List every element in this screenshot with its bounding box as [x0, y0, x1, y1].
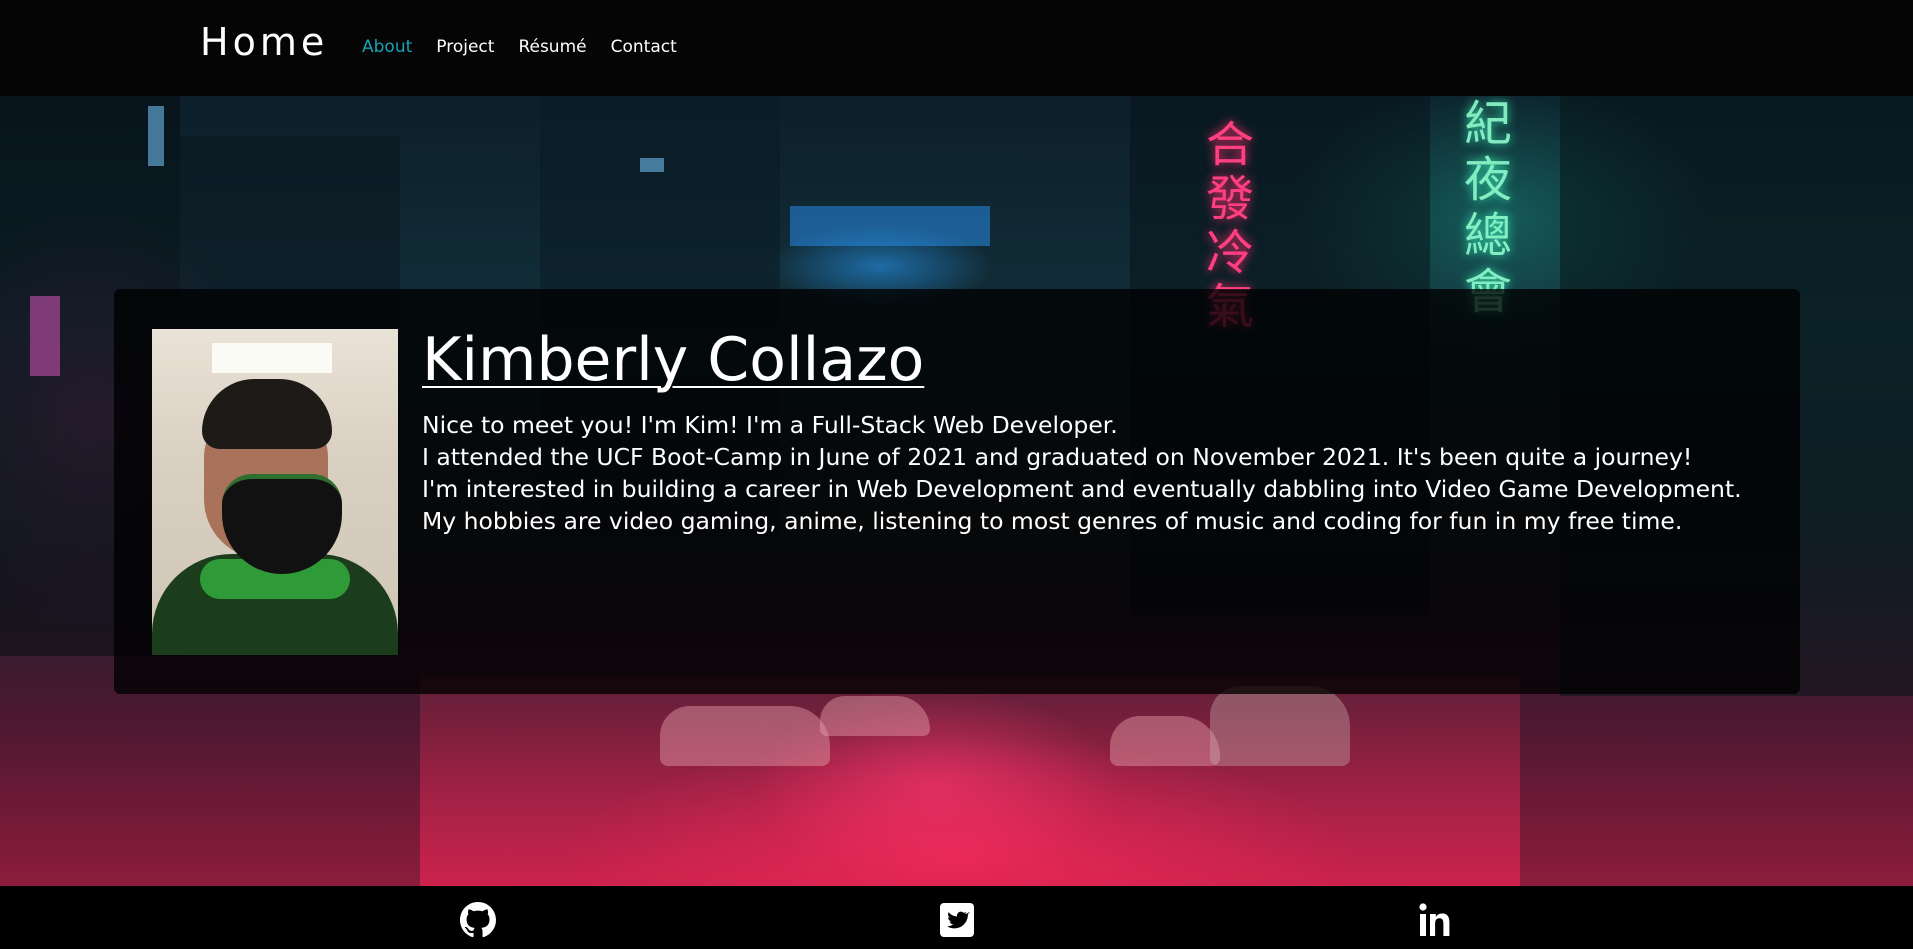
profile-photo: [152, 329, 398, 655]
bio-text: Nice to meet you! I'm Kim! I'm a Full-St…: [422, 409, 1792, 537]
twitter-icon[interactable]: [939, 902, 975, 938]
nav-link-resume[interactable]: Résumé: [518, 37, 586, 57]
navbar: Home About Project Résumé Contact: [0, 0, 1913, 96]
bio-line: Nice to meet you! I'm Kim! I'm a Full-St…: [422, 411, 1118, 439]
nav-links: About Project Résumé Contact: [362, 37, 677, 57]
bio-line: I attended the UCF Boot-Camp in June of …: [422, 443, 1693, 471]
brand-home-link[interactable]: Home: [200, 20, 328, 64]
bio-line: I'm interested in building a career in W…: [422, 475, 1742, 503]
nav-link-project[interactable]: Project: [436, 37, 494, 57]
nav-link-about[interactable]: About: [362, 37, 412, 57]
linkedin-icon[interactable]: [1418, 902, 1454, 938]
profile-name: Kimberly Collazo: [422, 325, 925, 395]
nav-link-contact[interactable]: Contact: [611, 37, 677, 57]
github-icon[interactable]: [460, 902, 496, 938]
bio-line: My hobbies are video gaming, anime, list…: [422, 507, 1683, 535]
about-card: Kimberly Collazo Nice to meet you! I'm K…: [114, 289, 1800, 694]
footer: [0, 886, 1913, 949]
